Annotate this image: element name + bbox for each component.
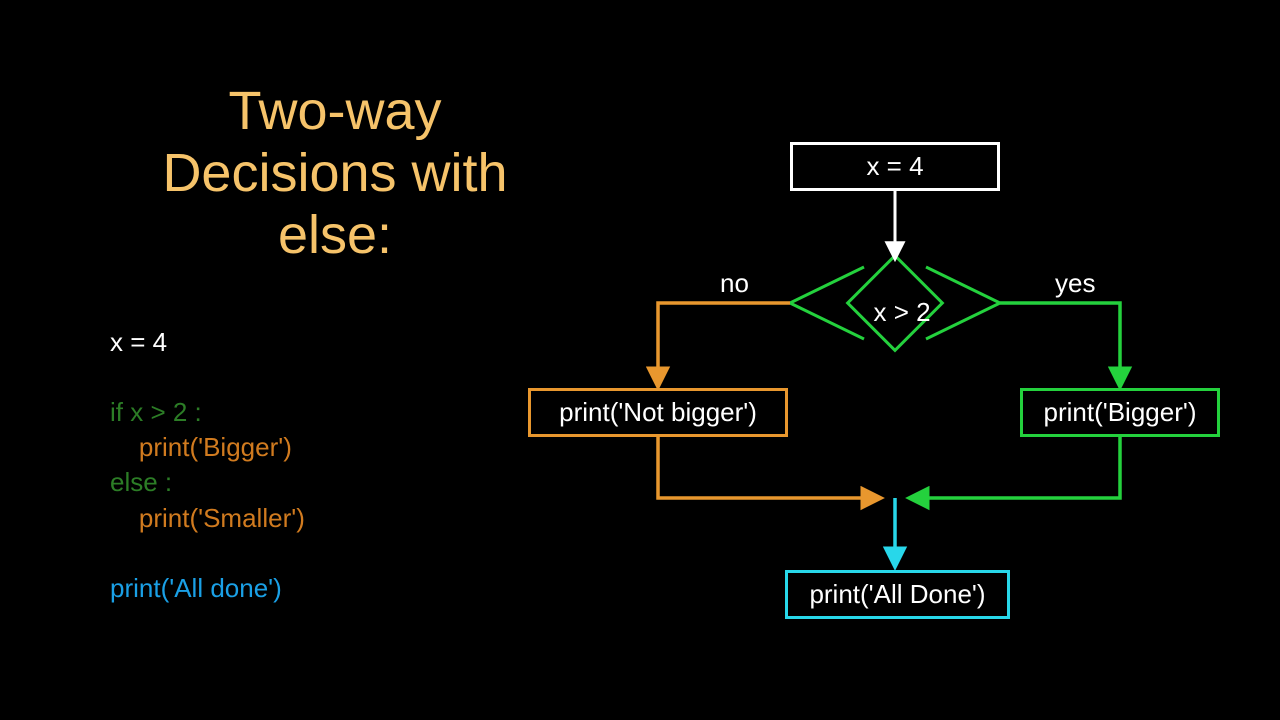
flow-decision: x > 2: [846, 254, 945, 353]
code-line-1: x = 4: [110, 327, 167, 357]
flow-yes-text: print('Bigger'): [1044, 397, 1197, 427]
code-line-5: print('Smaller'): [110, 503, 305, 533]
flow-no-box: print('Not bigger'): [528, 388, 788, 437]
flow-decision-text: x > 2: [867, 275, 937, 325]
flow-end-box: print('All Done'): [785, 570, 1010, 619]
code-line-4: else :: [110, 467, 172, 497]
code-line-3: print('Bigger'): [110, 432, 292, 462]
flow-start-text: x = 4: [866, 151, 923, 181]
yes-label: yes: [1055, 268, 1095, 299]
code-block: x = 4 if x > 2 : print('Bigger') else : …: [110, 290, 305, 606]
flow-start-box: x = 4: [790, 142, 1000, 191]
title-text: Two-way Decisions with else:: [162, 81, 507, 265]
flow-yes-box: print('Bigger'): [1020, 388, 1220, 437]
code-line-6: print('All done'): [110, 573, 282, 603]
flow-no-text: print('Not bigger'): [559, 397, 757, 427]
flow-end-text: print('All Done'): [809, 579, 985, 609]
slide-title: Two-way Decisions with else:: [110, 80, 560, 266]
no-label: no: [720, 268, 749, 299]
code-line-2: if x > 2 :: [110, 397, 202, 427]
